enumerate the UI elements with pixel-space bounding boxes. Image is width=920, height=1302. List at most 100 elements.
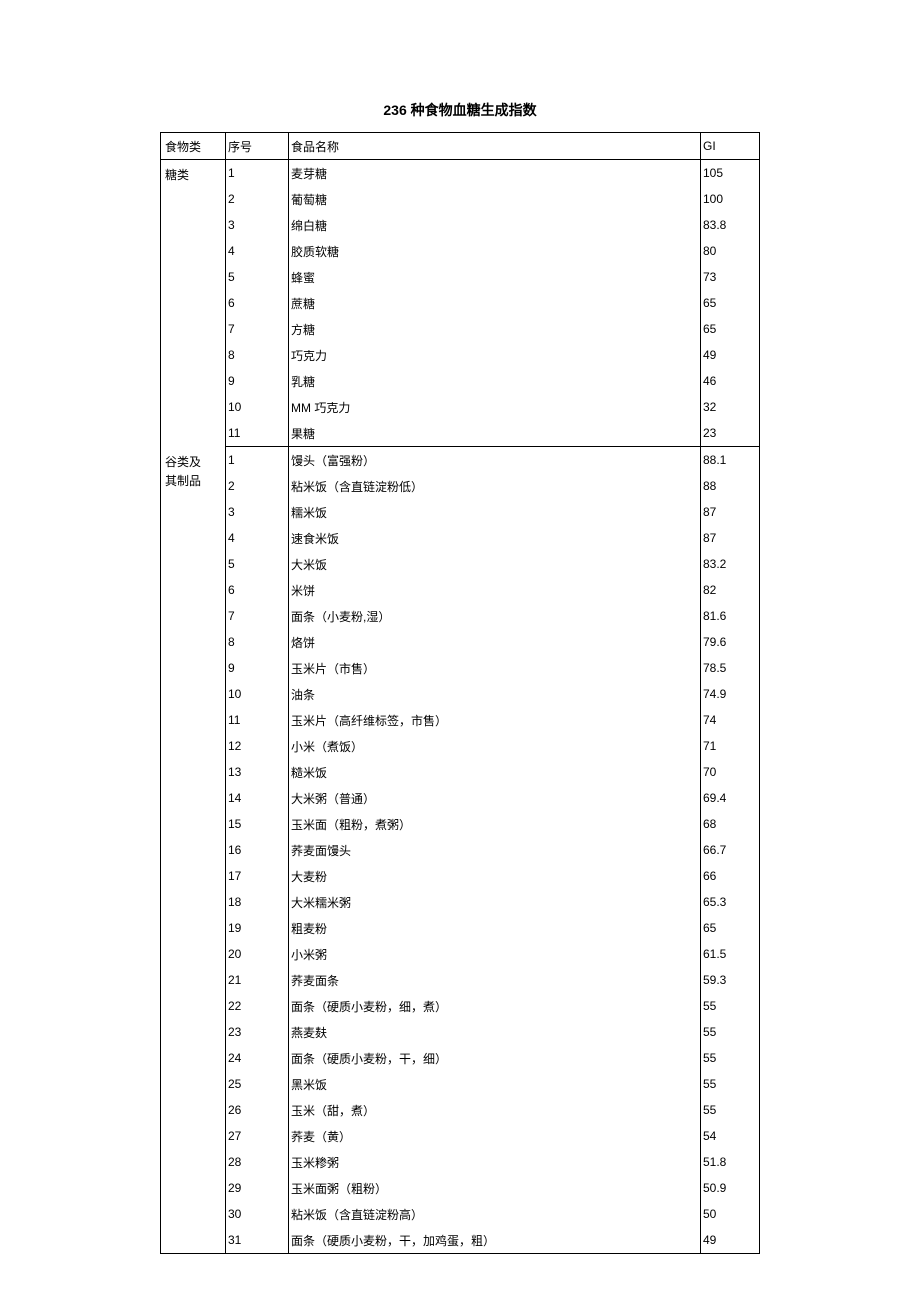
row-name: 大米粥（普通） — [289, 785, 701, 811]
row-name: 玉米面粥（粗粉） — [289, 1175, 701, 1201]
row-gi: 83.2 — [701, 551, 760, 577]
row-gi: 51.8 — [701, 1149, 760, 1175]
row-no: 27 — [226, 1123, 289, 1149]
row-name: 葡萄糖 — [289, 186, 701, 212]
row-name: 大米糯米粥 — [289, 889, 701, 915]
row-name: 油条 — [289, 681, 701, 707]
row-no: 17 — [226, 863, 289, 889]
row-name: 麦芽糖 — [289, 160, 701, 187]
row-no: 8 — [226, 629, 289, 655]
row-name: 玉米糁粥 — [289, 1149, 701, 1175]
row-gi: 79.6 — [701, 629, 760, 655]
row-gi: 82 — [701, 577, 760, 603]
row-no: 26 — [226, 1097, 289, 1123]
row-no: 6 — [226, 577, 289, 603]
row-gi: 69.4 — [701, 785, 760, 811]
row-name: 大麦粉 — [289, 863, 701, 889]
row-no: 28 — [226, 1149, 289, 1175]
row-gi: 66 — [701, 863, 760, 889]
row-no: 3 — [226, 212, 289, 238]
row-name: 乳糖 — [289, 368, 701, 394]
row-gi: 55 — [701, 1071, 760, 1097]
row-no: 31 — [226, 1227, 289, 1254]
row-name: 蜂蜜 — [289, 264, 701, 290]
row-gi: 49 — [701, 1227, 760, 1254]
row-name: 胶质软糖 — [289, 238, 701, 264]
row-no: 5 — [226, 551, 289, 577]
row-gi: 65 — [701, 290, 760, 316]
row-no: 10 — [226, 681, 289, 707]
row-name: 小米（煮饭） — [289, 733, 701, 759]
row-gi: 32 — [701, 394, 760, 420]
row-no: 8 — [226, 342, 289, 368]
row-name: 绵白糖 — [289, 212, 701, 238]
row-no: 11 — [226, 707, 289, 733]
row-name: 粗麦粉 — [289, 915, 701, 941]
header-gi: GI — [701, 133, 760, 160]
row-no: 9 — [226, 655, 289, 681]
row-no: 1 — [226, 447, 289, 474]
row-name: 果糖 — [289, 420, 701, 447]
row-name: 糯米饭 — [289, 499, 701, 525]
row-gi: 65 — [701, 915, 760, 941]
row-no: 23 — [226, 1019, 289, 1045]
row-gi: 100 — [701, 186, 760, 212]
row-gi: 71 — [701, 733, 760, 759]
row-name: 粘米饭（含直链淀粉高） — [289, 1201, 701, 1227]
row-name: 蔗糖 — [289, 290, 701, 316]
row-name: MM 巧克力 — [289, 394, 701, 420]
row-no: 21 — [226, 967, 289, 993]
row-gi: 59.3 — [701, 967, 760, 993]
row-name: 小米粥 — [289, 941, 701, 967]
row-gi: 88.1 — [701, 447, 760, 474]
row-gi: 55 — [701, 1019, 760, 1045]
row-name: 糙米饭 — [289, 759, 701, 785]
row-name: 黑米饭 — [289, 1071, 701, 1097]
row-gi: 78.5 — [701, 655, 760, 681]
row-gi: 83.8 — [701, 212, 760, 238]
row-gi: 87 — [701, 525, 760, 551]
row-no: 10 — [226, 394, 289, 420]
row-name: 玉米面（粗粉，煮粥） — [289, 811, 701, 837]
row-no: 24 — [226, 1045, 289, 1071]
row-name: 面条（小麦粉,湿） — [289, 603, 701, 629]
row-no: 16 — [226, 837, 289, 863]
header-name: 食品名称 — [289, 133, 701, 160]
row-gi: 81.6 — [701, 603, 760, 629]
row-no: 25 — [226, 1071, 289, 1097]
row-no: 6 — [226, 290, 289, 316]
row-gi: 74.9 — [701, 681, 760, 707]
row-gi: 49 — [701, 342, 760, 368]
row-no: 9 — [226, 368, 289, 394]
row-no: 15 — [226, 811, 289, 837]
row-gi: 70 — [701, 759, 760, 785]
row-gi: 73 — [701, 264, 760, 290]
row-name: 面条（硬质小麦粉，细，煮） — [289, 993, 701, 1019]
row-no: 7 — [226, 603, 289, 629]
row-gi: 46 — [701, 368, 760, 394]
row-name: 馒头（富强粉） — [289, 447, 701, 474]
row-gi: 55 — [701, 1097, 760, 1123]
row-no: 13 — [226, 759, 289, 785]
row-name: 玉米片（市售） — [289, 655, 701, 681]
row-name: 方糖 — [289, 316, 701, 342]
row-name: 烙饼 — [289, 629, 701, 655]
row-gi: 105 — [701, 160, 760, 187]
category-cell: 糖类 — [161, 160, 226, 447]
row-name: 燕麦麸 — [289, 1019, 701, 1045]
row-gi: 65.3 — [701, 889, 760, 915]
row-gi: 54 — [701, 1123, 760, 1149]
row-gi: 55 — [701, 1045, 760, 1071]
row-gi: 87 — [701, 499, 760, 525]
row-gi: 50.9 — [701, 1175, 760, 1201]
row-gi: 55 — [701, 993, 760, 1019]
row-name: 速食米饭 — [289, 525, 701, 551]
header-category: 食物类 — [161, 133, 226, 160]
row-gi: 88 — [701, 473, 760, 499]
row-no: 29 — [226, 1175, 289, 1201]
gi-table: 食物类序号食品名称GI糖类1麦芽糖1052葡萄糖1003绵白糖83.84胶质软糖… — [160, 132, 760, 1254]
row-no: 14 — [226, 785, 289, 811]
row-name: 粘米饭（含直链淀粉低） — [289, 473, 701, 499]
page-title: 236 种食物血糖生成指数 — [0, 100, 920, 120]
row-no: 4 — [226, 525, 289, 551]
